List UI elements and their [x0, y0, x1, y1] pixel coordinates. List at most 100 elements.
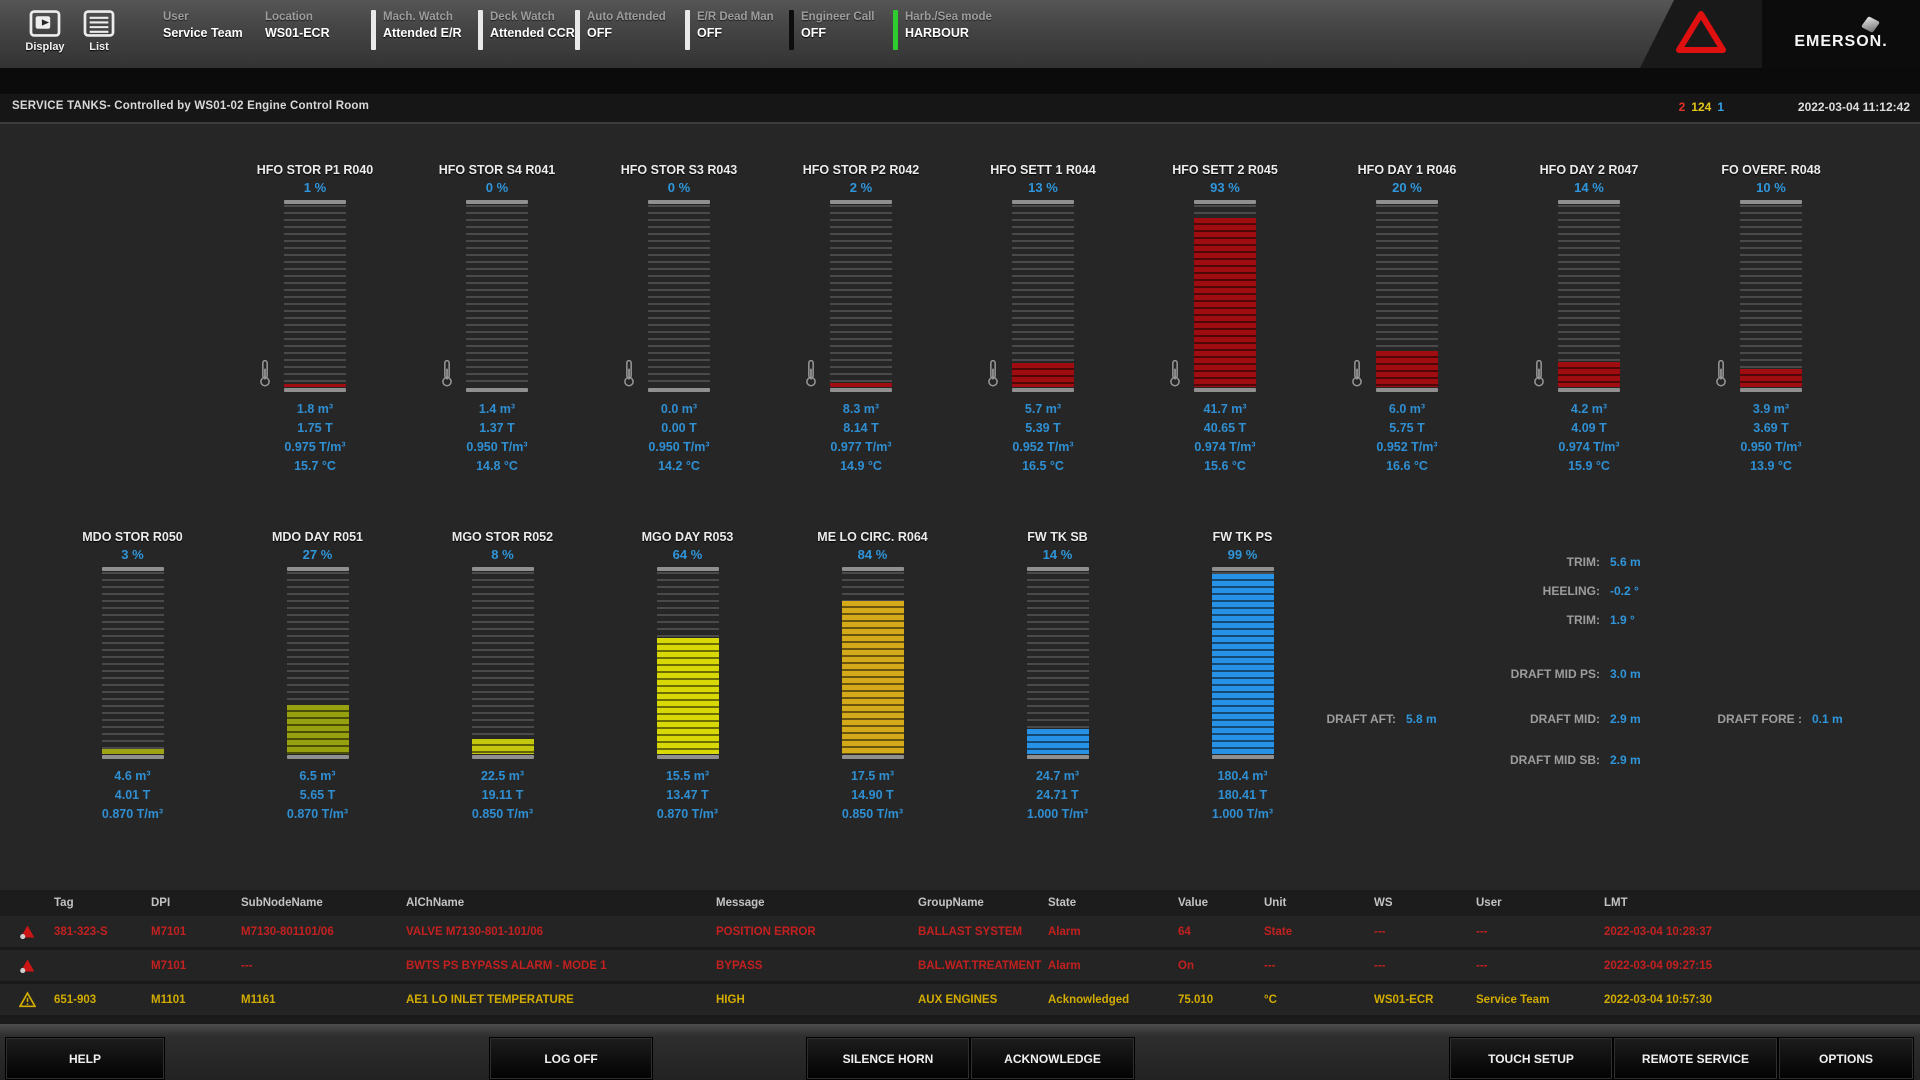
tank-temperature: 15.9 °C: [1558, 457, 1619, 476]
tank-gauge[interactable]: [1194, 200, 1256, 392]
status-field-value: Attended CCR: [490, 25, 575, 42]
options-button[interactable]: OPTIONS: [1778, 1037, 1914, 1080]
status-field-value: OFF: [697, 25, 774, 42]
tank-gauge[interactable]: [648, 200, 710, 392]
tank-gauge[interactable]: [830, 200, 892, 392]
alarm-cell-ws: ---: [1368, 926, 1470, 938]
alarm-header-message: Message: [710, 897, 912, 909]
status-field-engineer-call: Engineer CallOFF: [789, 10, 893, 50]
gauge-cap-top: [472, 567, 534, 571]
trim-value: 2.9 m: [1610, 753, 1641, 767]
status-field-deck-watch: Deck WatchAttended CCR: [478, 10, 575, 50]
alarm-triangle-icon: [1675, 9, 1727, 60]
gauge-fill: [284, 384, 346, 387]
tank-gauge[interactable]: [466, 200, 528, 392]
gauge-cap-bottom: [472, 755, 534, 759]
mimic-area: HFO STOR P1 R0401 %1.8 m³1.75 T0.975 T/m…: [0, 124, 1920, 890]
silence-horn-button[interactable]: SILENCE HORN: [806, 1037, 970, 1080]
status-field-label: Mach. Watch: [383, 10, 461, 25]
tank-gauge[interactable]: [1027, 567, 1089, 759]
alarm-cell-state: Alarm: [1042, 960, 1172, 972]
alarm-cell-unit: °C: [1258, 994, 1368, 1006]
tank-fw-tk-sb: FW TK SB14 %24.7 m³24.71 T1.000 T/m³: [965, 529, 1150, 824]
tank-volume: 41.7 m³: [1194, 400, 1255, 419]
trim-value: 0.1 m: [1812, 712, 1843, 726]
gauge-tube: [1194, 205, 1256, 387]
tank-density: 0.870 T/m³: [657, 805, 718, 824]
gauge-fill: [1558, 362, 1620, 387]
tank-gauge[interactable]: [842, 567, 904, 759]
page-title: SERVICE TANKS- Controlled by WS01-02 Eng…: [12, 100, 369, 112]
list-button[interactable]: List: [76, 10, 122, 53]
tank-gauge[interactable]: [102, 567, 164, 759]
emerson-diamond-icon: [1860, 16, 1879, 33]
alarm-cell-user: ---: [1470, 960, 1598, 972]
emerson-logo: EMERSON.: [1762, 0, 1920, 68]
tank-name: HFO STOR P2 R042: [803, 162, 919, 178]
alarm-header-alchname: AlChName: [400, 897, 710, 909]
trim-value: 3.0 m: [1610, 667, 1641, 681]
touch-setup-button[interactable]: TOUCH SETUP: [1449, 1037, 1613, 1080]
alarm-header-lmt: LMT: [1598, 897, 1920, 909]
trim-label: TRIM:: [1380, 555, 1600, 569]
alarm-header-groupname: GroupName: [912, 897, 1042, 909]
tank-weight: 4.01 T: [102, 786, 163, 805]
tank-weight: 5.75 T: [1376, 419, 1437, 438]
tank-gauge[interactable]: [1012, 200, 1074, 392]
gauge-fill: [472, 739, 534, 754]
tank-weight: 4.09 T: [1558, 419, 1619, 438]
gauge-cap-top: [1376, 200, 1438, 204]
tank-name: FW TK PS: [1213, 529, 1273, 545]
tank-gauge[interactable]: [657, 567, 719, 759]
gauge-cap-top: [287, 567, 349, 571]
tank-gauge[interactable]: [1740, 200, 1802, 392]
tank-density: 1.000 T/m³: [1212, 805, 1273, 824]
status-field-label: User: [163, 10, 243, 25]
alarm-row[interactable]: 651-903M1101M1161AE1 LO INLET TEMPERATUR…: [0, 984, 1920, 1018]
alarm-cell-groupname: AUX ENGINES: [912, 994, 1042, 1006]
tank-values: 180.4 m³180.41 T1.000 T/m³: [1212, 767, 1273, 824]
gauge-fill: [102, 749, 164, 754]
tank-weight: 3.69 T: [1740, 419, 1801, 438]
alarm-cell-ws: WS01-ECR: [1368, 994, 1470, 1006]
tank-gauge[interactable]: [284, 200, 346, 392]
footer-button-bar: HELP LOG OFF SILENCE HORNACKNOWLEDGE TOUCH …: [0, 1024, 1920, 1080]
alarm-cell-lmt: 2022-03-04 09:27:15: [1598, 960, 1920, 972]
tank-gauge[interactable]: [287, 567, 349, 759]
tank-weight: 0.00 T: [648, 419, 709, 438]
alarm-cell-tag: 651-903: [48, 994, 145, 1006]
alarm-list: TagDPISubNodeNameAlChNameMessageGroupNam…: [0, 890, 1920, 1024]
thermometer-icon: [1168, 359, 1182, 392]
alarm-corner[interactable]: [1640, 0, 1762, 68]
trim-value: 1.9 °: [1610, 613, 1635, 627]
thermometer-icon: [258, 359, 272, 392]
thermometer-icon: [804, 359, 818, 392]
tank-gauge[interactable]: [472, 567, 534, 759]
tank-percent: 14 %: [1043, 545, 1073, 565]
acknowledge-button[interactable]: ACKNOWLEDGE: [970, 1037, 1135, 1080]
tank-percent: 99 %: [1228, 545, 1258, 565]
help-button[interactable]: HELP: [5, 1037, 165, 1080]
alarm-row[interactable]: 381-323-SM7101M7130-801101/06VALVE M7130…: [0, 916, 1920, 950]
gauge-fill: [287, 705, 349, 754]
warning-acknowledged-icon: [0, 991, 48, 1008]
alarm-row[interactable]: M7101---BWTS PS BYPASS ALARM - MODE 1BYP…: [0, 950, 1920, 984]
display-button[interactable]: Display: [22, 10, 68, 53]
status-field-label: Deck Watch: [490, 10, 575, 25]
tank-gauge[interactable]: [1558, 200, 1620, 392]
tank-gauge[interactable]: [1212, 567, 1274, 759]
gauge-cap-top: [648, 200, 710, 204]
list-button-label: List: [76, 41, 122, 53]
trim-value: 5.6 m: [1610, 555, 1641, 569]
trim-label: DRAFT MID PS:: [1380, 667, 1600, 681]
alarm-cell-alchname: BWTS PS BYPASS ALARM - MODE 1: [400, 960, 710, 972]
tank-density: 0.977 T/m³: [830, 438, 891, 457]
alarm-counters[interactable]: 21241: [1673, 100, 1724, 114]
tank-fw-tk-ps: FW TK PS99 % 180.4 m³180.41 T1.000 T/m³: [1150, 529, 1335, 824]
tank-temperature: 14.8 °C: [466, 457, 527, 476]
log-off-button[interactable]: LOG OFF: [489, 1037, 653, 1080]
tank-gauge[interactable]: [1376, 200, 1438, 392]
gauge-cap-bottom: [466, 388, 528, 392]
tank-name: ME LO CIRC. R064: [817, 529, 927, 545]
remote-service-button[interactable]: REMOTE SERVICE: [1613, 1037, 1778, 1080]
